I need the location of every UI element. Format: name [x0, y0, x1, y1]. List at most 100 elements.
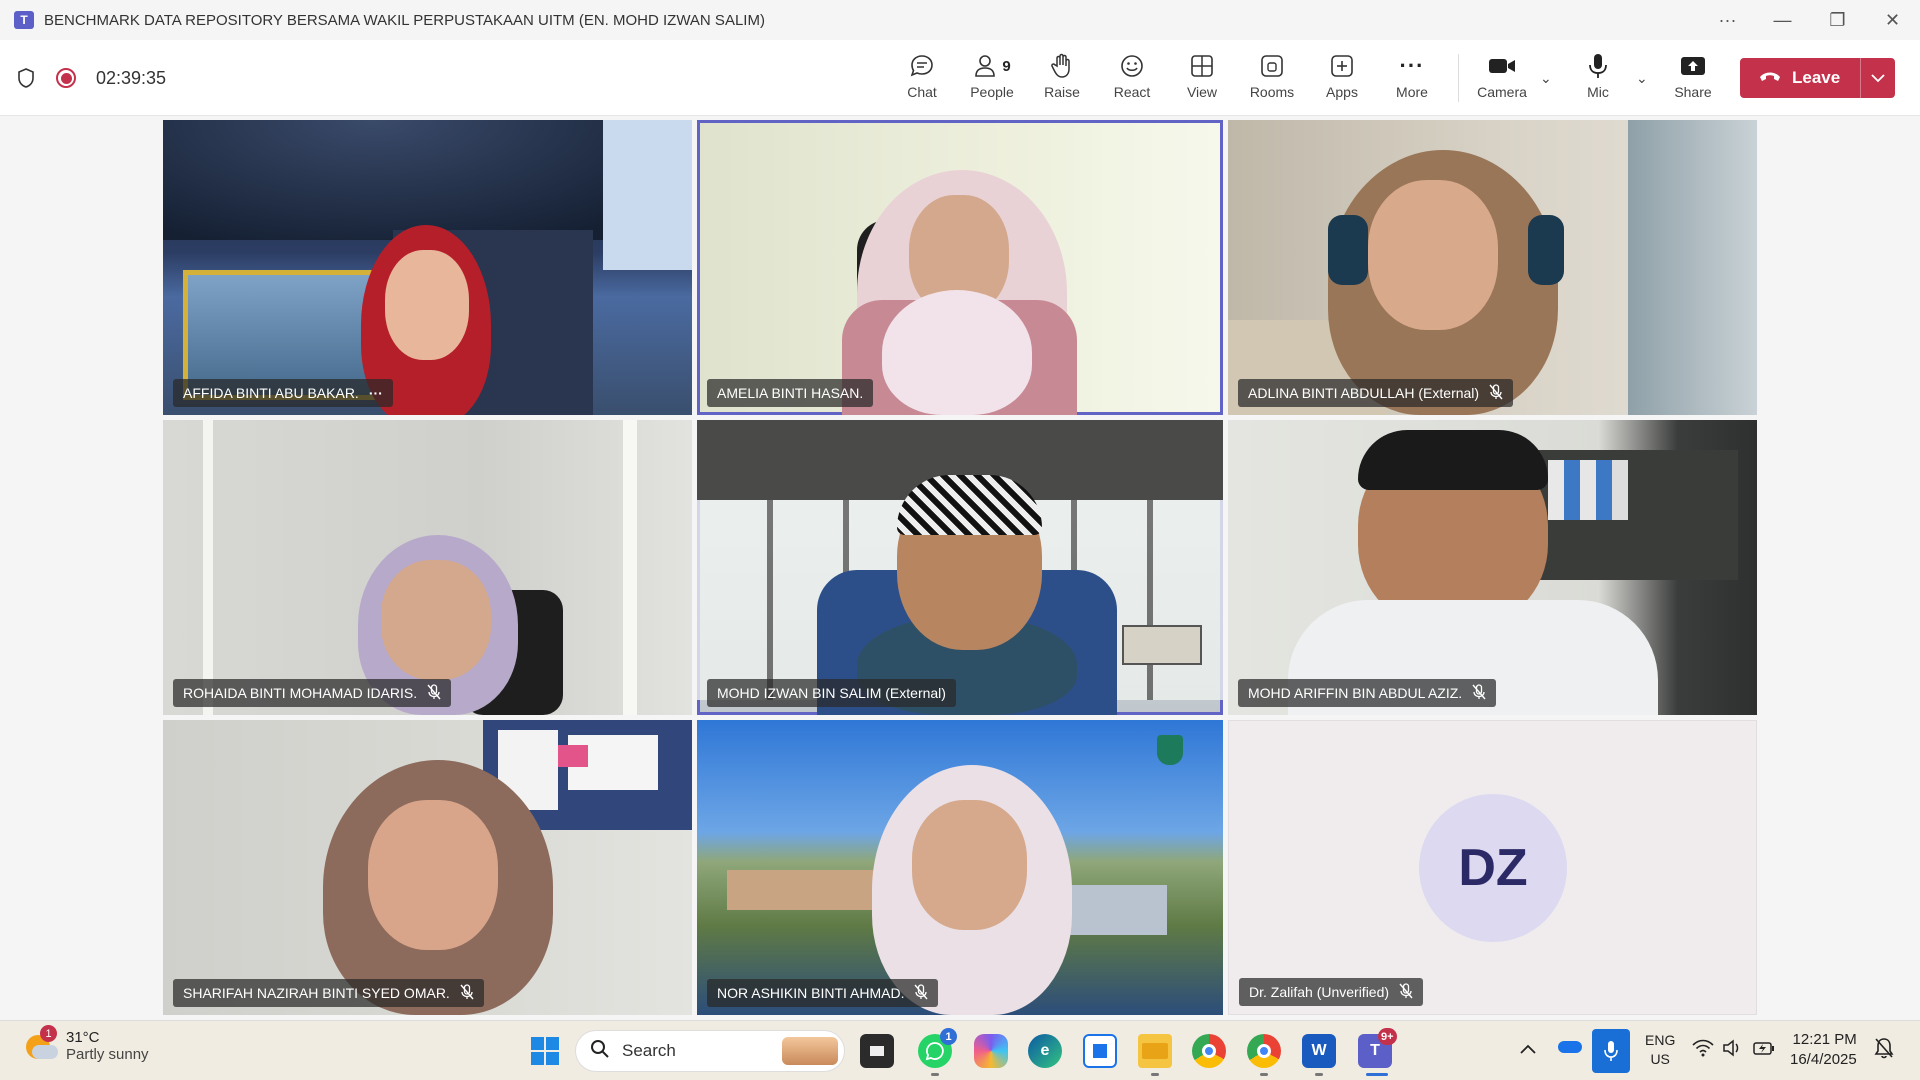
- chrome-browser-icon[interactable]: [1192, 1034, 1226, 1068]
- language-line1: ENG: [1645, 1032, 1676, 1048]
- emoji-icon: [1118, 50, 1146, 82]
- participant-name-tag: MOHD ARIFFIN BIN ABDUL AZIZ.: [1238, 679, 1497, 707]
- participant-name-tag: SHARIFAH NAZIRAH BINTI SYED OMAR.: [173, 979, 484, 1007]
- participant-video-tile[interactable]: AMELIA BINTI HASAN.: [697, 120, 1223, 415]
- participant-video-tile-active-speaker[interactable]: MOHD IZWAN BIN SALIM (External): [697, 420, 1223, 715]
- participant-name: MOHD ARIFFIN BIN ABDUL AZIZ.: [1248, 685, 1463, 701]
- meeting-toolbar: 02:39:35 Chat 9 People Raise React View: [0, 40, 1920, 116]
- weather-temperature: 31°C: [66, 1029, 100, 1046]
- raise-hand-button[interactable]: Raise: [1030, 50, 1094, 108]
- app-running-indicator: [1151, 1073, 1159, 1076]
- app-active-indicator: [1366, 1073, 1388, 1076]
- leave-button[interactable]: Leave: [1740, 58, 1860, 98]
- share-screen-icon: [1679, 50, 1707, 82]
- muted-mic-icon: [914, 983, 929, 1003]
- breakout-rooms-icon: [1258, 50, 1286, 82]
- taskbar-clock[interactable]: 12:21 PM 16/4/2025: [1790, 1030, 1857, 1070]
- people-icon: 9: [973, 50, 1011, 82]
- participant-name-tag: Dr. Zalifah (Unverified): [1239, 978, 1424, 1006]
- onedrive-cloud-icon[interactable]: [1558, 1041, 1582, 1053]
- microphone-icon: [1584, 50, 1612, 82]
- word-icon[interactable]: W: [1302, 1034, 1336, 1068]
- task-view-icon[interactable]: [860, 1034, 894, 1068]
- participant-video-tile[interactable]: NOR ASHIKIN BINTI AHMAD.: [697, 720, 1223, 1015]
- show-hidden-icons-chevron-icon[interactable]: [1520, 1041, 1536, 1057]
- chrome-profile-icon[interactable]: [1247, 1034, 1281, 1068]
- participant-video-tile[interactable]: ROHAIDA BINTI MOHAMAD IDARIS.: [163, 420, 692, 715]
- file-explorer-icon[interactable]: [1138, 1034, 1172, 1068]
- weather-condition: Partly sunny: [66, 1046, 149, 1063]
- leave-label: Leave: [1792, 68, 1841, 87]
- title-bar: T BENCHMARK DATA REPOSITORY BERSAMA WAKI…: [0, 0, 1920, 40]
- participant-name: NOR ASHIKIN BINTI AHMAD.: [717, 985, 905, 1001]
- participant-video-tile[interactable]: SHARIFAH NAZIRAH BINTI SYED OMAR.: [163, 720, 692, 1015]
- participant-name: AMELIA BINTI HASAN.: [717, 385, 864, 401]
- muted-mic-icon: [1472, 683, 1486, 703]
- participant-name: ROHAIDA BINTI MOHAMAD IDARIS.: [183, 685, 418, 701]
- people-count: 9: [1002, 57, 1011, 75]
- participant-video-tile[interactable]: MOHD ARIFFIN BIN ABDUL AZIZ.: [1228, 420, 1757, 715]
- camera-options-chevron-icon[interactable]: ⌄: [1540, 70, 1552, 87]
- search-icon: [590, 1039, 610, 1064]
- restore-icon[interactable]: ❐: [1810, 0, 1865, 40]
- more-button[interactable]: ··· More: [1380, 50, 1444, 108]
- taskbar-search-box[interactable]: Search: [575, 1030, 845, 1072]
- security-shield-icon[interactable]: [16, 67, 36, 89]
- app-running-indicator: [931, 1073, 939, 1076]
- participant-name-tag: AFFIDA BINTI ABU BAKAR. ···: [173, 379, 393, 407]
- participant-name-tag: AMELIA BINTI HASAN.: [707, 379, 874, 407]
- share-button[interactable]: Share: [1661, 50, 1725, 108]
- leave-options-chevron-icon[interactable]: [1860, 58, 1895, 98]
- edge-browser-icon[interactable]: e: [1028, 1034, 1062, 1068]
- mic-button[interactable]: Mic: [1566, 50, 1630, 108]
- people-button[interactable]: 9 People: [960, 50, 1024, 108]
- language-indicator[interactable]: ENG US: [1645, 1031, 1675, 1069]
- muted-mic-icon: [427, 683, 441, 703]
- people-label: People: [970, 84, 1014, 100]
- weather-alert-badge: 1: [40, 1025, 57, 1042]
- react-button[interactable]: React: [1100, 50, 1164, 108]
- volume-icon[interactable]: [1722, 1039, 1744, 1060]
- rooms-button[interactable]: Rooms: [1240, 50, 1304, 108]
- windows-taskbar: 1 31°C Partly sunny Search 1 e W T 9+ EN…: [0, 1020, 1920, 1080]
- muted-mic-icon: [1399, 982, 1413, 1002]
- participant-more-options-icon[interactable]: ···: [369, 385, 383, 401]
- copilot-icon[interactable]: [974, 1034, 1008, 1068]
- view-button[interactable]: View: [1170, 50, 1234, 108]
- notifications-bell-icon[interactable]: [1874, 1037, 1894, 1062]
- participant-name: AFFIDA BINTI ABU BAKAR.: [183, 385, 359, 401]
- participant-name: SHARIFAH NAZIRAH BINTI SYED OMAR.: [183, 985, 450, 1001]
- raise-hand-icon: [1048, 50, 1076, 82]
- camera-label: Camera: [1477, 84, 1527, 100]
- participant-video-tile[interactable]: AFFIDA BINTI ABU BAKAR. ···: [163, 120, 692, 415]
- participant-avatar-tile[interactable]: DZ Dr. Zalifah (Unverified): [1228, 720, 1757, 1015]
- teams-app-icon: T: [14, 11, 34, 29]
- chat-button[interactable]: Chat: [890, 50, 954, 108]
- teams-icon[interactable]: T 9+: [1358, 1028, 1397, 1068]
- teams-badge: 9+: [1378, 1028, 1397, 1045]
- windows-start-icon[interactable]: [528, 1034, 562, 1068]
- apps-button[interactable]: Apps: [1310, 50, 1374, 108]
- wifi-icon[interactable]: [1692, 1039, 1714, 1060]
- more-label: More: [1396, 84, 1428, 100]
- mic-options-chevron-icon[interactable]: ⌄: [1636, 70, 1648, 87]
- minimize-icon[interactable]: —: [1755, 0, 1810, 40]
- window-title: BENCHMARK DATA REPOSITORY BERSAMA WAKIL …: [44, 11, 765, 29]
- battery-charging-icon[interactable]: [1752, 1039, 1776, 1060]
- app-running-indicator: [1260, 1073, 1268, 1076]
- share-label: Share: [1674, 84, 1712, 100]
- participant-name: MOHD IZWAN BIN SALIM (External): [717, 685, 946, 701]
- more-options-icon[interactable]: ···: [1700, 0, 1755, 40]
- camera-button[interactable]: Camera: [1470, 50, 1534, 108]
- leave-button-group: Leave: [1740, 58, 1895, 98]
- weather-widget[interactable]: 1 31°C Partly sunny: [24, 1025, 149, 1063]
- participant-name-tag: ADLINA BINTI ABDULLAH (External): [1238, 379, 1514, 407]
- close-icon[interactable]: ✕: [1865, 0, 1920, 40]
- language-line2: US: [1650, 1051, 1670, 1067]
- apps-label: Apps: [1326, 84, 1358, 100]
- participant-name-tag: MOHD IZWAN BIN SALIM (External): [707, 679, 956, 707]
- microsoft-store-icon[interactable]: [1083, 1034, 1117, 1068]
- whatsapp-icon[interactable]: 1: [918, 1028, 957, 1068]
- microphone-in-use-icon[interactable]: [1592, 1029, 1630, 1073]
- participant-video-tile[interactable]: ADLINA BINTI ABDULLAH (External): [1228, 120, 1757, 415]
